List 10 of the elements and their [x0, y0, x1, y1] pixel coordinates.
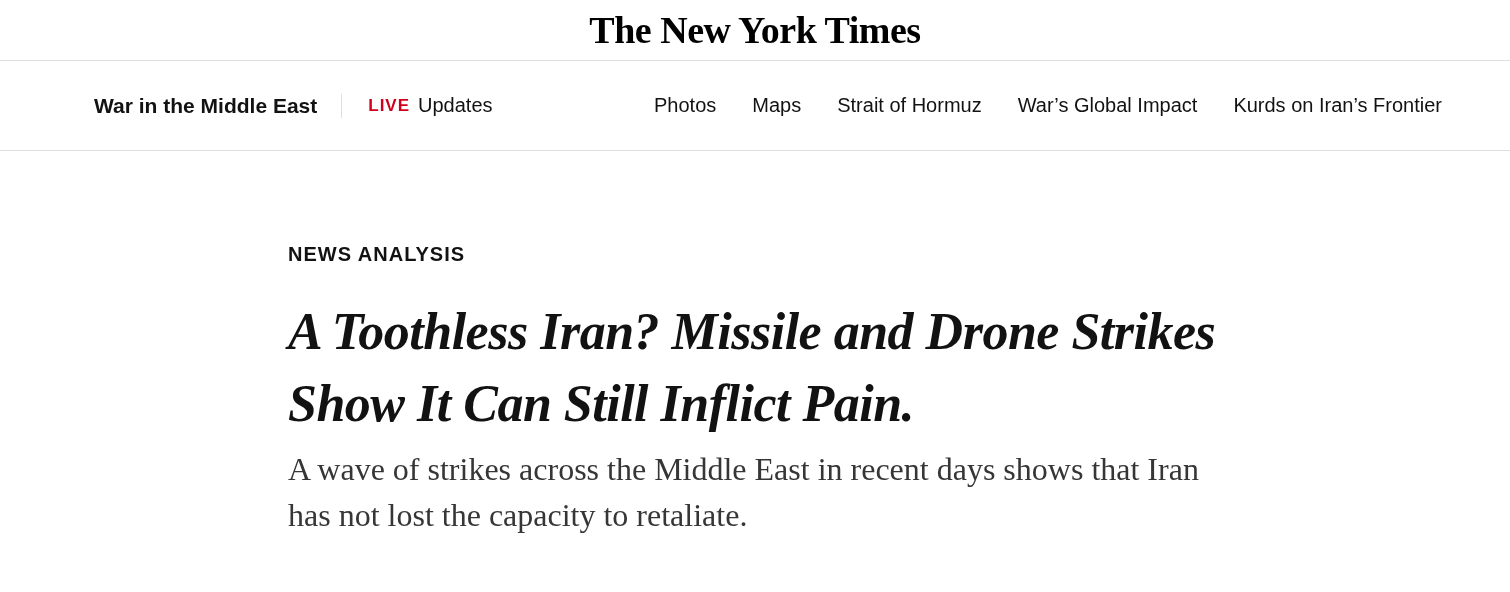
site-logo[interactable]: The New York Times: [589, 8, 921, 52]
nav-link[interactable]: War’s Global Impact: [1017, 94, 1198, 117]
nav-link[interactable]: Kurds on Iran’s Frontier: [1233, 94, 1442, 117]
article-kicker: NEWS ANALYSIS: [288, 243, 467, 266]
nav-link[interactable]: Strait of Hormuz: [837, 94, 982, 117]
nav-link[interactable]: Maps: [752, 94, 802, 117]
section-link[interactable]: War in the Middle East: [94, 93, 343, 118]
live-updates-link[interactable]: LIVE Updates: [368, 94, 493, 117]
nav-link[interactable]: Photos: [654, 94, 717, 117]
article-summary: A wave of strikes across the Middle East in recent days shows that Iran has not lost the capacity to retaliate.: [288, 450, 1200, 535]
